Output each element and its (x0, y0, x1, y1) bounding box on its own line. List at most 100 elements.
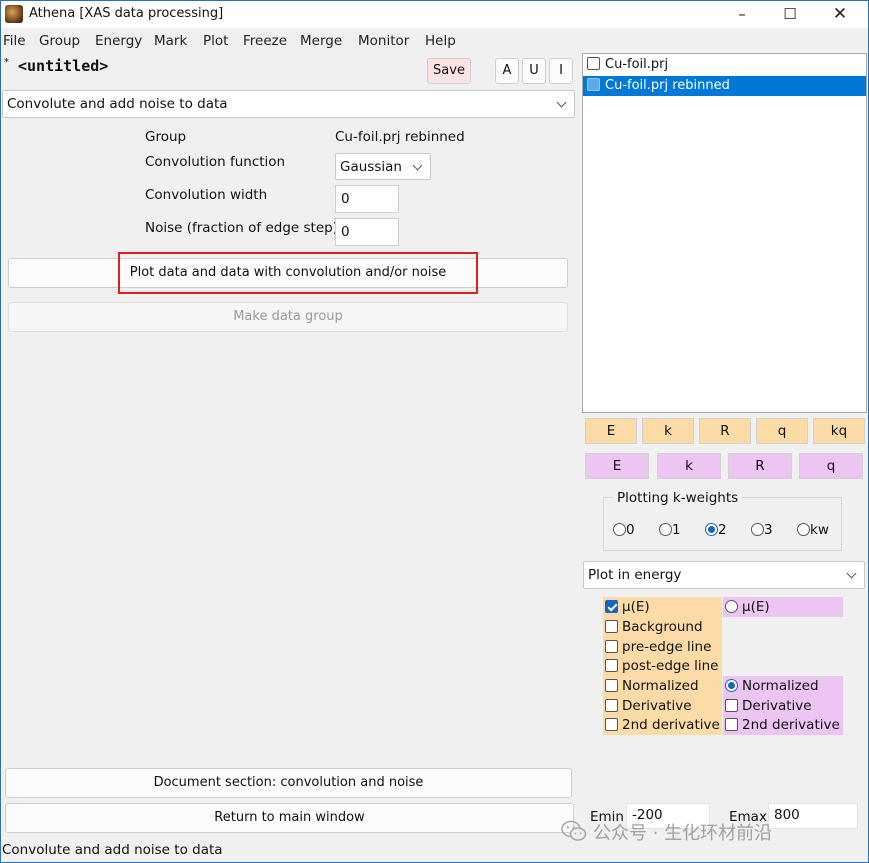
chevron-down-icon (412, 154, 424, 179)
checkbox-icon[interactable] (605, 659, 618, 672)
option-label: post-edge line (622, 658, 719, 674)
convolution-function-select[interactable]: Gaussian (335, 153, 431, 180)
checkbox-icon[interactable] (605, 600, 618, 613)
option-background[interactable]: Background (603, 617, 703, 637)
option-post-edge[interactable]: post-edge line (603, 656, 718, 676)
group-checkbox[interactable] (587, 57, 600, 70)
wechat-icon (561, 819, 587, 843)
kweight-label: 1 (672, 522, 681, 538)
plot-marked-e-button[interactable]: E (585, 453, 649, 479)
document-section-button[interactable]: Document section: convolution and noise (5, 768, 572, 798)
option-derivative[interactable]: Derivative (603, 696, 692, 716)
menu-energy[interactable]: Energy (95, 33, 142, 49)
radio-icon[interactable] (659, 523, 672, 536)
group-list-item-selected[interactable]: Cu-foil.prj rebinned (583, 76, 866, 96)
checkbox-icon[interactable] (725, 718, 738, 731)
kweight-option-1[interactable]: 1 (659, 522, 681, 538)
radio-icon[interactable] (725, 600, 738, 613)
u-button[interactable]: U (522, 58, 546, 84)
menu-merge[interactable]: Merge (300, 33, 342, 49)
athena-window: Athena [XAS data processing] – ☐ ✕ File … (0, 0, 869, 863)
kweight-label: kw (810, 522, 829, 538)
menu-plot[interactable]: Plot (203, 33, 228, 49)
make-data-group-button[interactable]: Make data group (8, 302, 568, 332)
option-label: Normalized (622, 678, 699, 694)
option-label: 2nd derivative (742, 717, 840, 733)
watermark-text: 公众号 · 生化环材前沿 (593, 823, 773, 844)
menu-file[interactable]: File (3, 33, 26, 49)
marked-option-derivative[interactable]: Derivative (723, 696, 812, 716)
option-normalized[interactable]: Normalized (603, 676, 699, 696)
option-label: μ(E) (622, 599, 650, 615)
group-label: Group (145, 129, 187, 145)
option-label: 2nd derivative (622, 717, 720, 733)
option-mu[interactable]: μ(E) (603, 597, 650, 617)
return-main-window-button[interactable]: Return to main window (5, 803, 574, 833)
project-name: <untitled> (18, 57, 109, 75)
plot-marked-q-button[interactable]: q (799, 453, 863, 479)
maximize-icon[interactable]: ☐ (767, 1, 813, 28)
highlight-annotation (118, 252, 478, 294)
kweight-option-2[interactable]: 2 (705, 522, 727, 538)
checkbox-icon[interactable] (605, 718, 618, 731)
option-pre-edge[interactable]: pre-edge line (603, 637, 711, 657)
marked-option-normalized[interactable]: Normalized (723, 676, 819, 696)
group-list-item[interactable]: Cu-foil.prj (583, 55, 866, 75)
title-bar: Athena [XAS data processing] – ☐ ✕ (1, 1, 868, 28)
group-checkbox[interactable] (587, 78, 600, 91)
noise-input[interactable]: 0 (335, 218, 399, 246)
convolution-width-label: Convolution width (145, 187, 268, 203)
kweight-option-3[interactable]: 3 (751, 522, 773, 538)
menu-mark[interactable]: Mark (154, 33, 187, 49)
checkbox-icon[interactable] (605, 640, 618, 653)
option-label: Derivative (622, 698, 692, 714)
tool-select[interactable]: Convolute and add noise to data (2, 90, 575, 118)
group-list[interactable]: Cu-foil.prj Cu-foil.prj rebinned (582, 53, 867, 413)
convolution-function-value: Gaussian (340, 159, 402, 175)
marked-option-mu[interactable]: μ(E) (723, 597, 843, 617)
radio-icon[interactable] (613, 523, 626, 536)
group-list-item-label: Cu-foil.prj rebinned (605, 78, 730, 93)
menu-freeze[interactable]: Freeze (243, 33, 287, 49)
radio-icon[interactable] (751, 523, 764, 536)
checkbox-icon[interactable] (605, 679, 618, 692)
plot-r-button[interactable]: R (699, 418, 751, 444)
kweight-label: 3 (764, 522, 773, 538)
plot-k-button[interactable]: k (642, 418, 694, 444)
option-label: Normalized (742, 678, 819, 694)
option-label: μ(E) (742, 599, 770, 615)
option-second-derivative[interactable]: 2nd derivative (603, 715, 720, 735)
i-button[interactable]: I (549, 58, 573, 84)
menu-monitor[interactable]: Monitor (358, 33, 409, 49)
convolution-function-label: Convolution function (145, 154, 286, 170)
plot-marked-r-button[interactable]: R (728, 453, 792, 479)
noise-label: Noise (fraction of edge step) (145, 220, 338, 236)
plot-e-button[interactable]: E (585, 418, 637, 444)
save-button[interactable]: Save (427, 58, 471, 84)
convolution-width-input[interactable]: 0 (335, 185, 399, 213)
kweight-label: 2 (718, 522, 727, 538)
minimize-icon[interactable]: – (719, 1, 765, 28)
plot-mode-select[interactable]: Plot in energy (583, 561, 865, 589)
menu-help[interactable]: Help (425, 33, 456, 49)
radio-icon[interactable] (705, 523, 718, 536)
radio-icon[interactable] (797, 523, 810, 536)
plot-marked-k-button[interactable]: k (657, 453, 721, 479)
athena-app-icon (5, 5, 23, 23)
menu-group[interactable]: Group (39, 33, 80, 49)
menu-bar: File Group Energy Mark Plot Freeze Merge… (1, 30, 868, 52)
emax-input[interactable]: 800 (768, 803, 858, 829)
close-icon[interactable]: ✕ (817, 1, 863, 28)
checkbox-icon[interactable] (605, 620, 618, 633)
chevron-down-icon (846, 562, 858, 588)
modified-marker: * (4, 57, 9, 68)
plot-kq-button[interactable]: kq (813, 418, 865, 444)
marked-option-second-derivative[interactable]: 2nd derivative (723, 715, 840, 735)
checkbox-icon[interactable] (605, 699, 618, 712)
checkbox-icon[interactable] (725, 699, 738, 712)
kweight-option-kw[interactable]: kw (797, 522, 829, 538)
a-button[interactable]: A (495, 58, 519, 84)
kweight-option-0[interactable]: 0 (613, 522, 635, 538)
radio-icon[interactable] (725, 679, 738, 692)
plot-q-button[interactable]: q (756, 418, 808, 444)
